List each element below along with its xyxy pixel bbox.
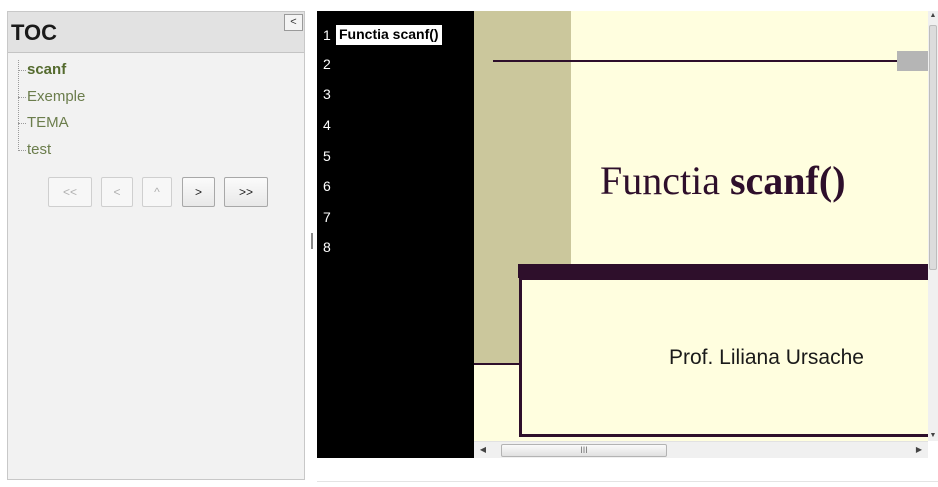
toc-item-label: TEMA: [27, 114, 69, 131]
slide-list-item-5[interactable]: 5: [317, 145, 474, 167]
previous-button[interactable]: <: [101, 177, 133, 207]
bottom-divider: [317, 481, 938, 482]
scroll-up-icon[interactable]: ▲: [928, 11, 938, 21]
collapse-toc-button[interactable]: <: [284, 14, 303, 31]
slide-box-band: [518, 264, 928, 278]
horizontal-scrollbar[interactable]: ◀ III ▶: [474, 441, 928, 458]
slide-author: Prof. Liliana Ursache: [669, 346, 864, 369]
slide-number: 2: [323, 56, 331, 72]
slide-number: 1: [323, 27, 331, 43]
toc-item-label: Exemple: [27, 88, 86, 105]
vertical-scroll-thumb[interactable]: [929, 25, 937, 270]
slide-list-item-6[interactable]: 6: [317, 175, 474, 197]
scroll-down-icon[interactable]: ▼: [928, 431, 938, 441]
tree-guide-line: [18, 60, 19, 151]
up-button[interactable]: ^: [142, 177, 172, 207]
slide-number: 7: [323, 209, 331, 225]
vertical-scrollbar[interactable]: ▲ ▼: [928, 11, 938, 441]
scroll-right-icon[interactable]: ▶: [912, 444, 926, 456]
toc-tree: scanf Exemple TEMA test: [14, 60, 214, 160]
scroll-left-icon[interactable]: ◀: [476, 444, 490, 456]
first-button[interactable]: <<: [48, 177, 92, 207]
slide-list: 1 Functia scanf() 2 3 4 5 6 7 8: [317, 11, 474, 458]
slide-list-item-7[interactable]: 7: [317, 206, 474, 228]
slide-top-rule: [493, 60, 928, 62]
toc-item-label: scanf: [27, 61, 67, 78]
slide-number: 3: [323, 86, 331, 102]
slide-view: Functia scanf() Prof. Liliana Ursache: [474, 11, 928, 441]
toc-title: TOC: [11, 20, 58, 45]
chevron-left-icon: <: [290, 16, 297, 28]
slide-corner-marker: [897, 51, 928, 71]
slide-list-item-8[interactable]: 8: [317, 236, 474, 258]
grip-icon: III: [580, 445, 588, 455]
horizontal-scroll-thumb[interactable]: III: [501, 444, 667, 457]
slide-list-item-3[interactable]: 3: [317, 83, 474, 105]
current-slide-title: Functia scanf(): [336, 25, 442, 45]
last-button[interactable]: >>: [224, 177, 268, 207]
slide-list-item-1[interactable]: 1 Functia scanf(): [317, 24, 474, 46]
panel-splitter-handle[interactable]: [311, 233, 313, 249]
toc-header: TOC <: [8, 12, 304, 53]
slide-number: 6: [323, 178, 331, 194]
slide-number: 8: [323, 239, 331, 255]
slide-number: 5: [323, 148, 331, 164]
slide-side-rule: [474, 363, 520, 365]
slide-list-item-4[interactable]: 4: [317, 114, 474, 136]
next-button[interactable]: >: [182, 177, 215, 207]
slide-number: 4: [323, 117, 331, 133]
slide-list-item-2[interactable]: 2: [317, 53, 474, 75]
toc-item-label: test: [27, 141, 52, 158]
slide-heading: Functia scanf(): [600, 158, 846, 203]
toc-panel: TOC < scanf Exemple TEMA test << < ^ > >…: [7, 11, 305, 480]
